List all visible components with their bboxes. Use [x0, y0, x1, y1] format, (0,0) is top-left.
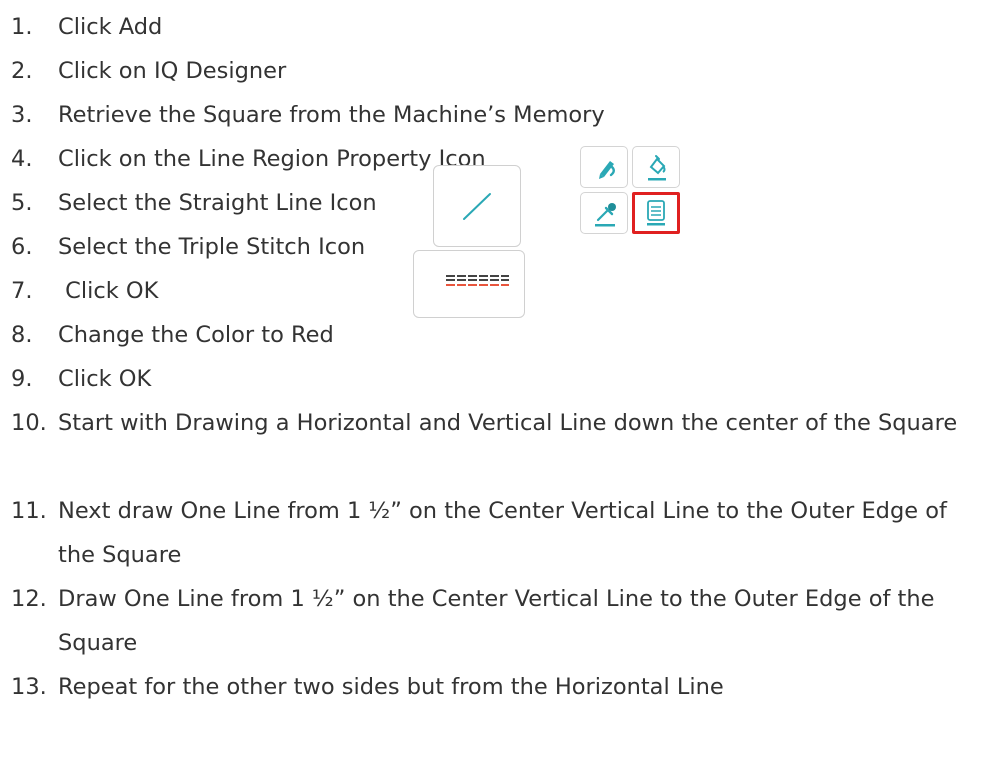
- step-text: Retrieve the Square from the Machine’s M…: [58, 102, 605, 128]
- step-number: 12.: [11, 586, 47, 612]
- step-text: Click OK: [58, 366, 152, 392]
- step-number: 6.: [11, 234, 33, 260]
- step-text: Draw One Line from 1 ½” on the Center Ve…: [58, 586, 935, 656]
- step-text: Click OK: [58, 278, 159, 304]
- fill-bucket-icon[interactable]: [632, 146, 680, 188]
- step-number: 9.: [11, 366, 33, 392]
- step-number: 7.: [11, 278, 33, 304]
- step-number: 13.: [11, 674, 47, 700]
- triple-stitch-icon[interactable]: [413, 250, 525, 318]
- line-region-property-icon[interactable]: [632, 192, 680, 234]
- step-text: Change the Color to Red: [58, 322, 334, 348]
- step-text: Click Add: [58, 14, 163, 40]
- step-8: 8. Change the Color to Red: [11, 313, 334, 357]
- step-number: 11.: [11, 498, 47, 524]
- pencil-line-icon[interactable]: [580, 146, 628, 188]
- step-4: 4. Click on the Line Region Property Icon: [11, 137, 486, 181]
- step-9: 9. Click OK: [11, 357, 151, 401]
- step-number: 10.: [11, 410, 47, 436]
- step-2: 2. Click on IQ Designer: [11, 49, 286, 93]
- step-text: Click on IQ Designer: [58, 58, 287, 84]
- step-1: 1. Click Add: [11, 5, 162, 49]
- step-number: 4.: [11, 146, 33, 172]
- step-number: 8.: [11, 322, 33, 348]
- step-6: 6. Select the Triple Stitch Icon: [11, 225, 365, 269]
- step-text: Start with Drawing a Horizontal and Vert…: [58, 410, 958, 436]
- step-text: Select the Triple Stitch Icon: [58, 234, 366, 260]
- step-12: 12. Draw One Line from 1 ½” on the Center…: [11, 577, 981, 665]
- step-10: 10. Start with Drawing a Horizontal and V…: [11, 401, 981, 445]
- step-number: 3.: [11, 102, 33, 128]
- step-7: 7. Click OK: [11, 269, 158, 313]
- step-text: Next draw One Line from 1 ½” on the Cent…: [58, 498, 947, 568]
- step-5: 5. Select the Straight Line Icon: [11, 181, 377, 225]
- step-number: 2.: [11, 58, 33, 84]
- step-text: Repeat for the other two sides but from …: [58, 674, 724, 700]
- step-number: 5.: [11, 190, 33, 216]
- step-3: 3. Retrieve the Square from the Machine’s…: [11, 93, 605, 137]
- step-text: Select the Straight Line Icon: [58, 190, 377, 216]
- eyedropper-icon[interactable]: [580, 192, 628, 234]
- step-11: 11. Next draw One Line from 1 ½” on the C…: [11, 489, 981, 577]
- straight-line-icon[interactable]: [433, 165, 521, 247]
- step-number: 1.: [11, 14, 33, 40]
- step-text: Click on the Line Region Property Icon: [58, 146, 486, 172]
- step-13: 13. Repeat for the other two sides but fr…: [11, 665, 981, 709]
